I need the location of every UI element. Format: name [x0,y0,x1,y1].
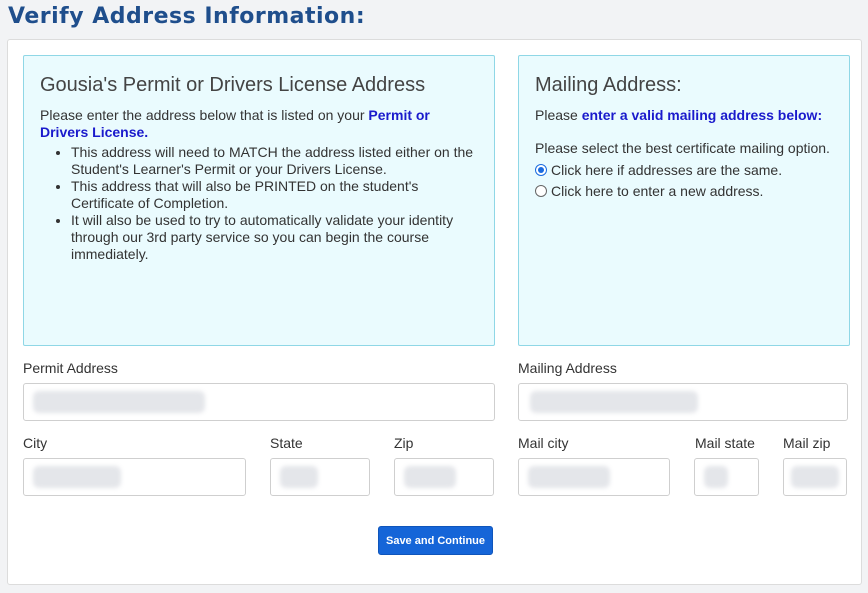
mailing-address-label: Mailing Address [518,360,617,376]
permit-address-redacted-value [33,391,205,413]
permit-bullet-printed: This address that will also be PRINTED o… [71,178,478,212]
mailing-prompt-accent: enter a valid mailing address below: [581,107,823,123]
permit-info-intro: Please enter the address below that is l… [40,107,478,141]
permit-info-bullets: This address will need to MATCH the addr… [40,144,478,263]
radio-button-same-address[interactable] [535,164,547,176]
page-title: Verify Address Information: [8,4,366,29]
radio-label-same-address[interactable]: Click here if addresses are the same. [551,162,782,178]
city-redacted-value [33,466,121,488]
state-label: State [270,435,303,451]
address-form-card: Gousia's Permit or Drivers License Addre… [7,39,862,585]
permit-address-info-box: Gousia's Permit or Drivers License Addre… [23,55,495,346]
permit-bullet-validate: It will also be used to try to automatic… [71,212,478,263]
zip-label: Zip [394,435,414,451]
mailing-info-prompt: Please enter a valid mailing address bel… [535,107,833,124]
mail-zip-redacted-value [791,466,839,488]
mail-zip-label: Mail zip [783,435,831,451]
mailing-address-info-box: Mailing Address: Please enter a valid ma… [518,55,850,346]
mailing-info-heading: Mailing Address: [535,74,682,96]
mail-city-redacted-value [528,466,610,488]
radio-button-new-address[interactable] [535,185,547,197]
save-and-continue-button[interactable]: Save and Continue [378,526,493,555]
mailing-select-text: Please select the best certificate maili… [535,140,830,156]
zip-redacted-value [404,466,456,488]
permit-intro-text: Please enter the address below that is l… [40,107,369,123]
mailing-address-redacted-value [530,391,698,413]
mail-state-redacted-value [704,466,728,488]
city-label: City [23,435,48,451]
permit-bullet-match: This address will need to MATCH the addr… [71,144,478,178]
permit-info-heading: Gousia's Permit or Drivers License Addre… [40,74,426,96]
permit-address-label: Permit Address [23,360,118,376]
radio-option-new-address[interactable]: Click here to enter a new address. [535,183,833,199]
mailing-prompt-text: Please [535,107,582,123]
radio-option-same-address[interactable]: Click here if addresses are the same. [535,162,833,178]
state-redacted-value [280,466,318,488]
mail-state-label: Mail state [695,435,755,451]
mail-city-label: Mail city [518,435,569,451]
radio-label-new-address[interactable]: Click here to enter a new address. [551,183,763,199]
